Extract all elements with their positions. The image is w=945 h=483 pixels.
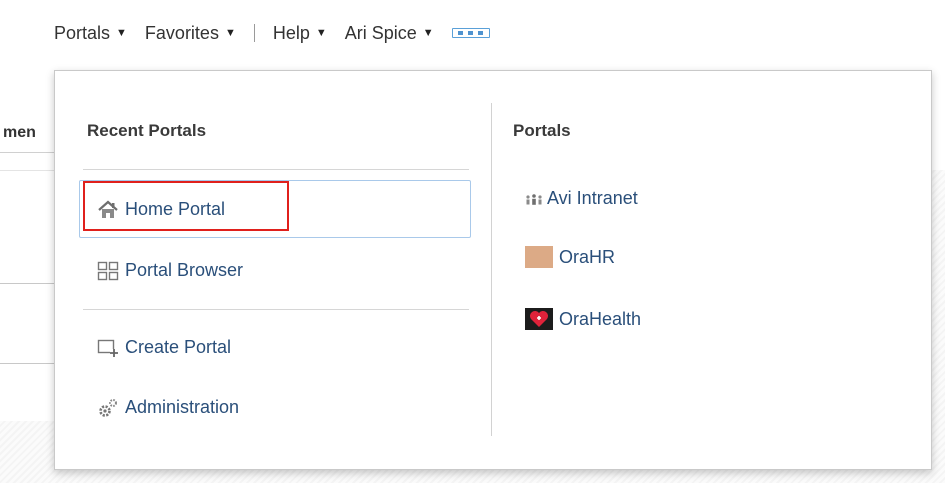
nav-favorites-menu[interactable]: Favorites ▼	[145, 23, 236, 44]
caret-down-icon: ▼	[224, 27, 236, 39]
grid-icon	[97, 261, 119, 281]
people-icon	[525, 189, 543, 209]
background-tab-label: men	[3, 124, 36, 141]
divider	[83, 309, 469, 310]
swatch-icon	[525, 246, 553, 268]
menu-item-orahr[interactable]: OraHR	[525, 246, 615, 268]
menu-item-administration[interactable]: Administration	[97, 397, 239, 418]
menu-item-create-portal[interactable]: Create Portal	[97, 337, 231, 358]
background-tab[interactable]: men	[0, 110, 60, 153]
more-dots-icon[interactable]	[451, 28, 490, 38]
caret-down-icon: ▼	[315, 27, 327, 39]
create-portal-icon	[97, 338, 119, 358]
nav-help-menu[interactable]: Help ▼	[273, 23, 327, 44]
caret-down-icon: ▼	[422, 27, 434, 39]
avi-intranet-label: Avi Intranet	[547, 188, 638, 208]
nav-help-label: Help	[272, 22, 310, 43]
nav-favorites-label: Favorites	[144, 22, 219, 43]
nav-separator	[253, 24, 255, 42]
nav-user-menu[interactable]: Ari Spice ▼	[345, 23, 434, 44]
heart-icon	[525, 308, 553, 330]
recent-portals-heading: Recent Portals	[87, 121, 207, 140]
background-panel	[0, 170, 56, 421]
column-divider	[491, 103, 492, 436]
portal-browser-label: Portal Browser	[125, 260, 244, 280]
divider	[83, 169, 469, 170]
nav-portals-menu[interactable]: Portals ▼	[54, 23, 127, 44]
highlight-annotation-box	[83, 181, 289, 231]
administration-label: Administration	[125, 397, 240, 417]
menu-item-orahealth[interactable]: OraHealth	[525, 308, 641, 330]
menu-item-avi-intranet[interactable]: Avi Intranet	[525, 188, 638, 209]
nav-portals-label: Portals	[54, 22, 111, 43]
portals-heading: Portals	[513, 121, 571, 140]
menu-item-portal-browser[interactable]: Portal Browser	[97, 260, 243, 281]
nav-user-label: Ari Spice	[344, 22, 417, 43]
divider	[0, 283, 56, 284]
orahr-label: OraHR	[559, 246, 616, 267]
divider	[0, 363, 56, 364]
orahealth-label: OraHealth	[559, 308, 642, 329]
portals-dropdown-menu: Recent Portals Home Portal Portal Browse…	[54, 70, 932, 470]
top-navigation: Portals ▼ Favorites ▼ Help ▼ Ari Spice ▼	[54, 18, 490, 48]
caret-down-icon: ▼	[116, 27, 127, 39]
create-portal-label: Create Portal	[125, 337, 232, 357]
gears-icon	[97, 398, 119, 418]
